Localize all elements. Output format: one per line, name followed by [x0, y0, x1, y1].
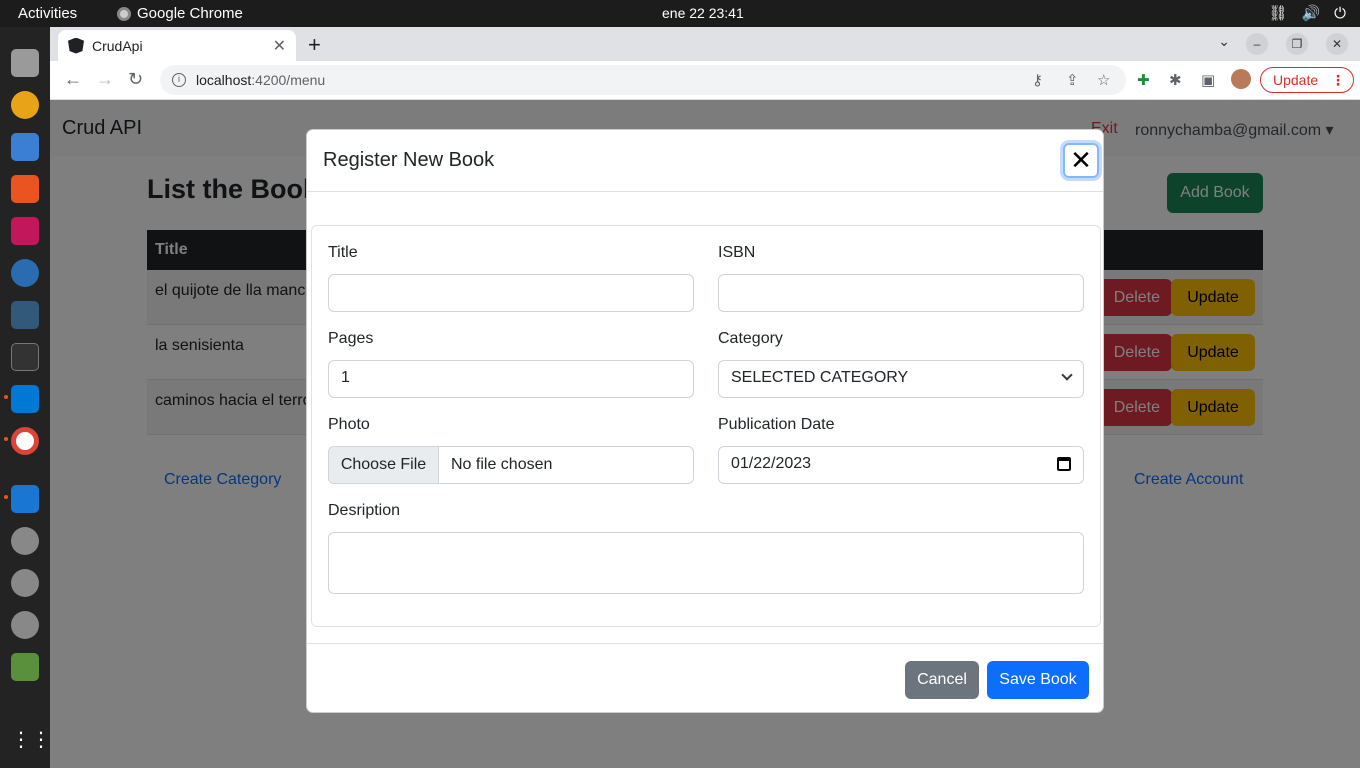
publication-date-input[interactable]: 01/22/2023 — [718, 446, 1084, 484]
extension-plus-icon[interactable]: ✚ — [1137, 71, 1150, 89]
tab-search-icon[interactable]: ⌄ — [1218, 33, 1230, 50]
running-indicator — [4, 437, 8, 441]
url-host: localhost — [196, 72, 252, 88]
software-icon[interactable] — [11, 175, 39, 203]
profile-avatar[interactable] — [1231, 69, 1251, 89]
disk-icon[interactable] — [11, 527, 39, 555]
window-controls: – ❐ ✕ — [1246, 33, 1348, 55]
close-window-icon[interactable]: ✕ — [1326, 33, 1348, 55]
network-icon: ⛓ — [1268, 5, 1288, 22]
share-icon[interactable]: ⇪ — [1066, 71, 1079, 89]
pages-label: Pages — [328, 330, 374, 347]
category-label: Category — [718, 330, 783, 347]
title-label: Title — [328, 244, 358, 261]
modal-footer: Cancel Save Book — [307, 643, 1103, 713]
tab-strip: CrudApi ✕ + ⌄ – ❐ ✕ — [50, 27, 1360, 61]
power-icon: ⏻ — [1334, 4, 1346, 22]
writer-icon[interactable] — [11, 133, 39, 161]
chrome-update-button[interactable]: Update ⋮ — [1260, 67, 1354, 93]
clock[interactable]: ene 22 23:41 — [662, 5, 744, 21]
browser-toolbar: ← → ↻ i localhost :4200/menu ⚷ ⇪ ☆ ✚ ✱ ▣… — [50, 61, 1360, 100]
description-textarea[interactable] — [328, 532, 1084, 594]
choose-file-button[interactable]: Choose File — [329, 447, 439, 483]
tab-title: CrudApi — [92, 37, 143, 54]
pages-input[interactable]: 1 — [328, 360, 694, 398]
category-select[interactable]: SELECTED CATEGORY — [718, 360, 1084, 398]
address-bar[interactable]: i localhost :4200/menu — [160, 65, 1126, 95]
volume-icon: 🔊 — [1301, 5, 1321, 22]
key-icon[interactable]: ⚷ — [1032, 71, 1043, 89]
intellij-idea-icon[interactable] — [11, 485, 39, 513]
minimize-icon[interactable]: – — [1246, 33, 1268, 55]
photo-file-input[interactable]: Choose File No file chosen — [328, 446, 694, 484]
forward-icon[interactable]: → — [96, 69, 114, 90]
running-indicator — [4, 395, 8, 399]
new-tab-button[interactable]: + — [308, 32, 321, 58]
modal-header: Register New Book ✕ — [307, 130, 1103, 192]
chrome-window: CrudApi ✕ + ⌄ – ❐ ✕ ← → ↻ i localhost :4… — [50, 27, 1360, 768]
chrome-icon — [117, 6, 131, 21]
terminal-icon[interactable] — [11, 343, 39, 371]
isbn-input[interactable] — [718, 274, 1084, 312]
dock: ⋮⋮⋮ — [0, 27, 71, 768]
app-menu[interactable]: Google Chrome — [117, 5, 243, 22]
publication-date-value: 01/22/2023 — [731, 455, 812, 472]
close-icon[interactable]: ✕ — [1063, 143, 1099, 178]
extensions-puzzle-icon[interactable]: ✱ — [1169, 71, 1182, 89]
chevron-down-icon — [1061, 369, 1073, 381]
maximize-icon[interactable]: ❐ — [1286, 33, 1308, 55]
system-tray[interactable]: ⛓ 🔊 ⏻ — [1268, 4, 1346, 23]
vscode-icon[interactable] — [11, 385, 39, 413]
url-path: :4200/menu — [251, 72, 326, 88]
disk-icon[interactable] — [11, 569, 39, 597]
kebab-menu-icon: ⋮ — [1331, 71, 1345, 88]
back-icon[interactable]: ← — [64, 69, 82, 90]
close-tab-icon[interactable]: ✕ — [273, 36, 286, 56]
trash-icon[interactable] — [11, 653, 39, 681]
site-info-icon[interactable]: i — [172, 73, 186, 87]
intellij-icon[interactable] — [11, 217, 39, 245]
webstorm-icon[interactable] — [11, 259, 39, 287]
files-icon[interactable] — [11, 49, 39, 77]
chrome-dock-icon[interactable] — [11, 427, 39, 455]
register-book-modal: Register New Book ✕ Title ISBN Pages 1 C… — [306, 129, 1104, 713]
chrome-update-label: Update — [1273, 72, 1319, 88]
show-apps-icon[interactable]: ⋮⋮⋮ — [11, 727, 71, 755]
cancel-button[interactable]: Cancel — [905, 661, 979, 699]
isbn-label: ISBN — [718, 244, 756, 261]
bookmark-star-icon[interactable]: ☆ — [1097, 71, 1110, 89]
calendar-icon[interactable] — [1057, 457, 1071, 471]
category-selected-value: SELECTED CATEGORY — [731, 369, 909, 386]
tab-crudapi[interactable]: CrudApi ✕ — [58, 30, 296, 61]
reload-icon[interactable]: ↻ — [128, 69, 143, 90]
publication-date-label: Publication Date — [718, 416, 835, 433]
mysql-workbench-icon[interactable] — [11, 301, 39, 329]
disk-icon[interactable] — [11, 611, 39, 639]
system-top-bar: Activities Google Chrome ene 22 23:41 ⛓ … — [0, 0, 1360, 27]
side-panel-icon[interactable]: ▣ — [1201, 71, 1215, 89]
app-menu-label: Google Chrome — [137, 5, 243, 22]
activities-button[interactable]: Activities — [18, 5, 77, 22]
title-input[interactable] — [328, 274, 694, 312]
running-indicator — [4, 495, 8, 499]
book-form: Title ISBN Pages 1 Category SELECTED CAT… — [311, 225, 1101, 627]
rhythmbox-icon[interactable] — [11, 91, 39, 119]
file-status-text: No file chosen — [451, 456, 553, 473]
angular-icon — [68, 37, 84, 54]
web-page: Crud API Exit ronnychamba@gmail.com ▾ Li… — [50, 100, 1360, 768]
description-label: Desription — [328, 502, 401, 519]
photo-label: Photo — [328, 416, 370, 433]
modal-title: Register New Book — [323, 149, 495, 171]
save-book-button[interactable]: Save Book — [987, 661, 1089, 699]
